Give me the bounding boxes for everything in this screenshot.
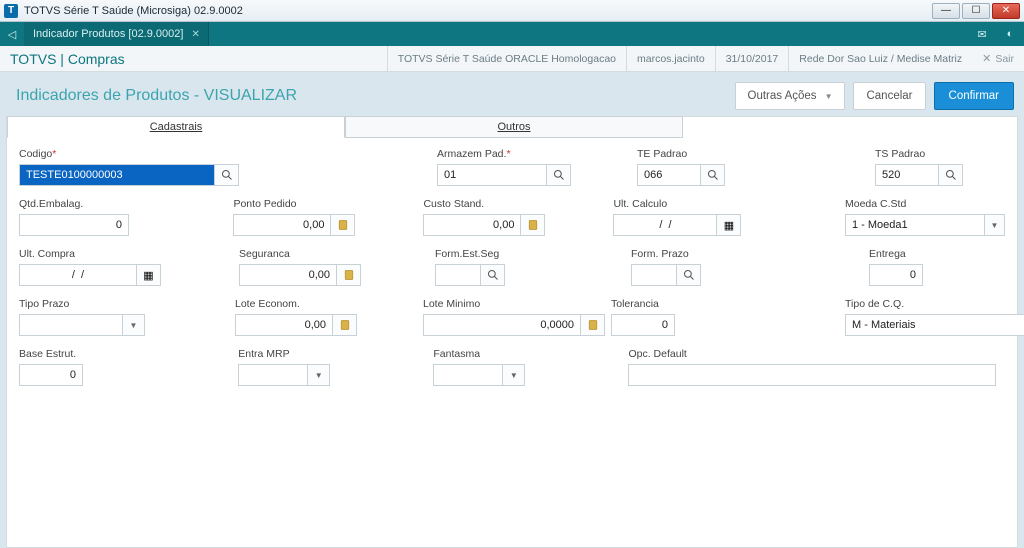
field-label: Moeda C.Std xyxy=(845,198,1005,210)
tipoprazo-select[interactable] xyxy=(19,314,123,336)
field-label: Seguranca xyxy=(239,248,369,260)
confirm-button[interactable]: Confirmar xyxy=(934,82,1014,110)
field-label: Tipo de C.Q. xyxy=(845,298,1024,310)
field-label: Ult. Compra xyxy=(19,248,169,260)
user-label: marcos.jacinto xyxy=(626,46,715,72)
tab-label: Cadastrais xyxy=(150,121,203,133)
field-label: Base Estrut. xyxy=(19,348,98,360)
page-header: Indicadores de Produtos - VISUALIZAR Out… xyxy=(0,72,1024,116)
org-label: Rede Dor Sao Luiz / Medise Matriz xyxy=(788,46,972,72)
module-brand: TOTVS | Compras xyxy=(10,51,125,67)
page-title: Indicadores de Produtos - VISUALIZAR xyxy=(10,87,727,105)
tepadrao-input[interactable] xyxy=(637,164,701,186)
field-label: Custo Stand. xyxy=(423,198,547,210)
window-titlebar: T TOTVS Série T Saúde (Microsiga) 02.9.0… xyxy=(0,0,1024,22)
field-label: Armazem Pad.* xyxy=(437,148,577,160)
tolerancia-input[interactable] xyxy=(611,314,675,336)
form-card: Cadastrais Outros Codigo* Armazem Pad.* xyxy=(6,116,1018,548)
seguranca-input[interactable] xyxy=(239,264,337,286)
window-close-button[interactable]: ✕ xyxy=(992,3,1020,19)
other-actions-button[interactable]: Outras Ações ▼ xyxy=(735,82,846,110)
tipocq-select[interactable] xyxy=(845,314,1024,336)
back-icon[interactable]: ◁ xyxy=(0,28,24,41)
field-label: Opc. Default xyxy=(628,348,1005,360)
search-icon[interactable] xyxy=(547,164,571,186)
tab-label: Outros xyxy=(497,121,530,133)
date-label: 31/10/2017 xyxy=(715,46,789,72)
entramrp-select[interactable] xyxy=(238,364,308,386)
window-title: TOTVS Série T Saúde (Microsiga) 02.9.000… xyxy=(24,5,932,17)
app-tab-label: Indicador Produtos [02.9.0002] xyxy=(33,28,183,40)
calculator-icon[interactable] xyxy=(331,214,355,236)
exit-button[interactable]: ✕Sair xyxy=(972,52,1014,65)
tspadrao-input[interactable] xyxy=(875,164,939,186)
field-label: Fantasma xyxy=(433,348,532,360)
field-label: Lote Minimo xyxy=(423,298,605,310)
cancel-button[interactable]: Cancelar xyxy=(853,82,925,110)
cancel-label: Cancelar xyxy=(866,90,912,102)
lotemin-input[interactable] xyxy=(423,314,581,336)
exit-label: Sair xyxy=(995,53,1014,65)
chevron-down-icon[interactable]: ▼ xyxy=(308,364,330,386)
fantasma-select[interactable] xyxy=(433,364,503,386)
app-icon: T xyxy=(4,4,18,18)
calculator-icon[interactable] xyxy=(581,314,605,336)
search-icon[interactable] xyxy=(215,164,239,186)
qtdembalag-input[interactable] xyxy=(19,214,129,236)
formprazo-input[interactable] xyxy=(631,264,677,286)
armazem-input[interactable] xyxy=(437,164,547,186)
pontopedido-input[interactable] xyxy=(233,214,331,236)
confirm-label: Confirmar xyxy=(949,90,999,102)
custostand-input[interactable] xyxy=(423,214,521,236)
opcdefault-input[interactable] xyxy=(628,364,996,386)
window-maximize-button[interactable]: ☐ xyxy=(962,3,990,19)
search-icon[interactable] xyxy=(939,164,963,186)
calculator-icon[interactable] xyxy=(333,314,357,336)
field-label: Tolerancia xyxy=(611,298,675,310)
app-tab[interactable]: Indicador Produtos [02.9.0002] ✕ xyxy=(24,22,209,46)
calculator-icon[interactable] xyxy=(337,264,361,286)
window-minimize-button[interactable]: — xyxy=(932,3,960,19)
module-header: TOTVS | Compras TOTVS Série T Saúde ORAC… xyxy=(0,46,1024,72)
field-label: Entrega xyxy=(869,248,929,260)
field-label: Entra MRP xyxy=(238,348,337,360)
field-label: Form. Prazo xyxy=(631,248,711,260)
app-tab-bar: ◁ Indicador Produtos [02.9.0002] ✕ ✉ ◐ xyxy=(0,22,1024,46)
field-label: Tipo Prazo xyxy=(19,298,145,310)
loteecon-input[interactable] xyxy=(235,314,333,336)
chevron-down-icon[interactable]: ▼ xyxy=(123,314,145,336)
baseestrut-input[interactable] xyxy=(19,364,83,386)
field-label: Codigo* xyxy=(19,148,239,160)
field-label: Lote Econom. xyxy=(235,298,357,310)
entrega-input[interactable] xyxy=(869,264,923,286)
tab-outros[interactable]: Outros xyxy=(345,116,683,138)
chevron-down-icon: ▼ xyxy=(825,92,833,101)
search-icon[interactable] xyxy=(481,264,505,286)
search-icon[interactable] xyxy=(701,164,725,186)
mail-icon[interactable]: ✉ xyxy=(968,28,996,41)
close-icon[interactable]: ✕ xyxy=(191,29,199,40)
calculator-icon[interactable] xyxy=(521,214,545,236)
ultcalculo-input[interactable] xyxy=(613,214,717,236)
formestseg-input[interactable] xyxy=(435,264,481,286)
moeda-select[interactable] xyxy=(845,214,985,236)
calendar-icon[interactable]: ▦ xyxy=(137,264,161,286)
env-label: TOTVS Série T Saúde ORACLE Homologacao xyxy=(387,46,626,72)
field-label: Ponto Pedido xyxy=(233,198,357,210)
ultcompra-input[interactable] xyxy=(19,264,137,286)
tab-cadastrais[interactable]: Cadastrais xyxy=(7,116,345,138)
help-icon[interactable]: ◐ xyxy=(996,28,1024,40)
other-actions-label: Outras Ações xyxy=(748,90,817,102)
calendar-icon[interactable]: ▦ xyxy=(717,214,741,236)
chevron-down-icon[interactable]: ▼ xyxy=(503,364,525,386)
field-label: TS Padrao xyxy=(875,148,975,160)
field-label: Qtd.Embalag. xyxy=(19,198,133,210)
field-label: Ult. Calculo xyxy=(613,198,747,210)
search-icon[interactable] xyxy=(677,264,701,286)
field-label: Form.Est.Seg xyxy=(435,248,515,260)
field-label: TE Padrao xyxy=(637,148,737,160)
chevron-down-icon[interactable]: ▼ xyxy=(985,214,1005,236)
codigo-input[interactable] xyxy=(19,164,215,186)
